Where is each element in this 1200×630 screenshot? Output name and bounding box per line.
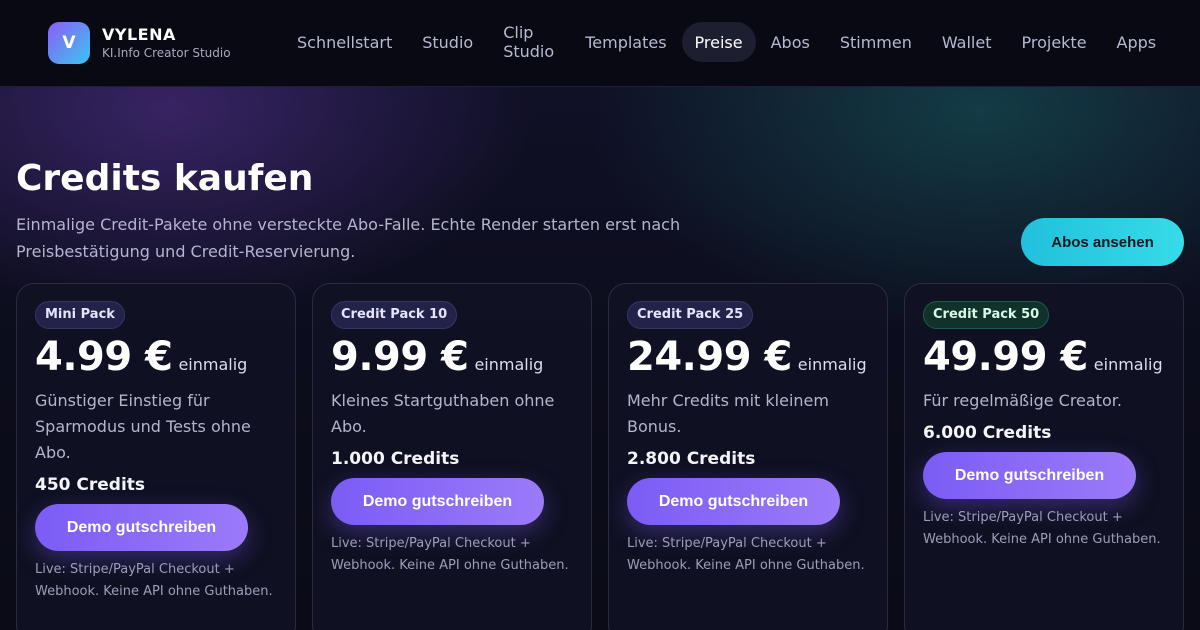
nav-item-schnellstart[interactable]: Schnellstart bbox=[282, 22, 407, 62]
demo-credit-button[interactable]: Demo gutschreiben bbox=[923, 452, 1136, 499]
price-suffix: einmalig bbox=[178, 355, 248, 374]
pack-badge: Credit Pack 10 bbox=[331, 301, 458, 329]
price-row: 4.99 € einmalig bbox=[35, 334, 281, 380]
pricing-card-credit-pack-50: Credit Pack 50 49.99 € einmalig Für rege… bbox=[904, 283, 1184, 630]
logo-icon[interactable]: V bbox=[48, 22, 90, 64]
credit-amount: 1.000 Credits bbox=[331, 449, 460, 469]
view-subscriptions-button[interactable]: Abos ansehen bbox=[1021, 218, 1184, 266]
nav-item-abos[interactable]: Abos bbox=[756, 22, 825, 62]
top-header: V VYLENA KI.Info Creator Studio Schnells… bbox=[0, 0, 1200, 87]
pricing-card-mini-pack: Mini Pack 4.99 € einmalig Günstiger Eins… bbox=[16, 283, 296, 630]
pack-badge: Credit Pack 25 bbox=[627, 301, 754, 329]
checkout-note: Live: Stripe/PayPal Checkout + Webhook. … bbox=[35, 562, 273, 599]
checkout-note: Live: Stripe/PayPal Checkout + Webhook. … bbox=[331, 536, 569, 573]
pack-badge: Credit Pack 50 bbox=[923, 301, 1050, 329]
nav-item-studio[interactable]: Studio bbox=[407, 22, 488, 62]
price: 49.99 € bbox=[923, 334, 1088, 380]
pack-description: Kleines Startguthaben ohne Abo. bbox=[331, 391, 555, 436]
nav-item-projekte[interactable]: Projekte bbox=[1006, 22, 1101, 62]
credit-amount: 450 Credits bbox=[35, 475, 146, 495]
nav-item-templates[interactable]: Templates bbox=[570, 22, 681, 62]
page-subtitle: Einmalige Credit-Pakete ohne versteckte … bbox=[16, 215, 681, 261]
checkout-note: Live: Stripe/PayPal Checkout + Webhook. … bbox=[627, 536, 865, 573]
checkout-note: Live: Stripe/PayPal Checkout + Webhook. … bbox=[923, 510, 1161, 547]
demo-credit-button[interactable]: Demo gutschreiben bbox=[35, 504, 248, 551]
pricing-card-credit-pack-10: Credit Pack 10 9.99 € einmalig Kleines S… bbox=[312, 283, 592, 630]
demo-credit-button[interactable]: Demo gutschreiben bbox=[627, 478, 840, 525]
price-row: 49.99 € einmalig bbox=[923, 334, 1169, 380]
brand-subtitle: KI.Info Creator Studio bbox=[102, 46, 231, 60]
nav-item-preise[interactable]: Preise bbox=[681, 22, 756, 62]
nav-item-wallet[interactable]: Wallet bbox=[927, 22, 1007, 62]
price: 9.99 € bbox=[331, 334, 469, 380]
price-suffix: einmalig bbox=[1093, 355, 1163, 374]
logo-initial: V bbox=[62, 33, 76, 53]
page-title: Credits kaufen bbox=[16, 158, 314, 199]
pack-badge: Mini Pack bbox=[35, 301, 125, 329]
pack-description: Mehr Credits mit kleinem Bonus. bbox=[627, 391, 829, 436]
pack-description: Günstiger Einstieg für Sparmodus und Tes… bbox=[35, 391, 251, 462]
price: 24.99 € bbox=[627, 334, 792, 380]
price-suffix: einmalig bbox=[474, 355, 544, 374]
price-suffix: einmalig bbox=[797, 355, 867, 374]
brand-name[interactable]: VYLENA bbox=[102, 25, 176, 44]
price: 4.99 € bbox=[35, 334, 173, 380]
nav-item-stimmen[interactable]: Stimmen bbox=[825, 22, 927, 62]
pricing-card-credit-pack-25: Credit Pack 25 24.99 € einmalig Mehr Cre… bbox=[608, 283, 888, 630]
demo-credit-button[interactable]: Demo gutschreiben bbox=[331, 478, 544, 525]
credit-amount: 2.800 Credits bbox=[627, 449, 756, 469]
price-row: 24.99 € einmalig bbox=[627, 334, 873, 380]
credit-amount: 6.000 Credits bbox=[923, 423, 1052, 443]
nav-item-clip-studio[interactable]: Clip Studio bbox=[488, 22, 570, 62]
price-row: 9.99 € einmalig bbox=[331, 334, 577, 380]
pack-description: Für regelmäßige Creator. bbox=[923, 391, 1122, 410]
main-nav: Schnellstart Studio Clip Studio Template… bbox=[282, 20, 1171, 64]
nav-item-apps[interactable]: Apps bbox=[1102, 22, 1172, 62]
